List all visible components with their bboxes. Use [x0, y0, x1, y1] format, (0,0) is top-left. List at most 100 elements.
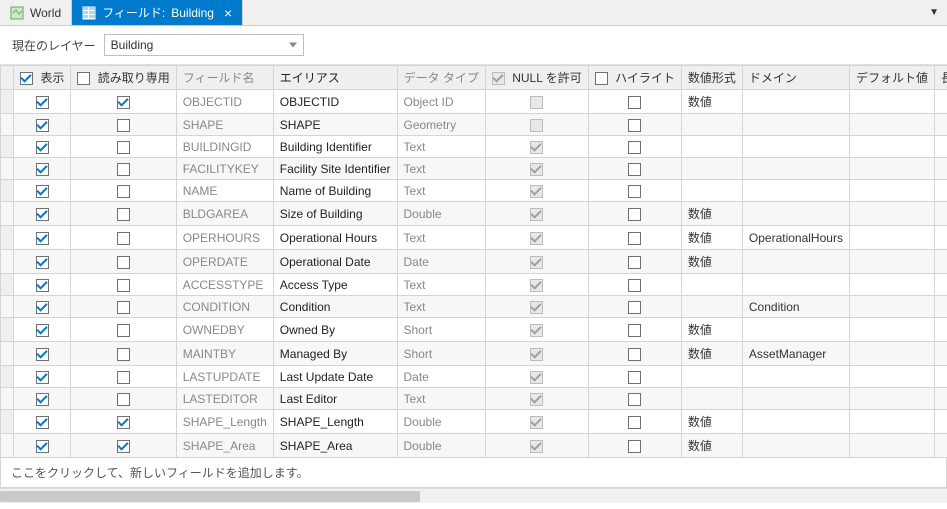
- cell-default[interactable]: [849, 410, 934, 434]
- cell-readonly[interactable]: [71, 158, 176, 180]
- cell-length[interactable]: [934, 114, 947, 136]
- cell-domain[interactable]: AssetManager: [742, 342, 849, 366]
- col-allownull[interactable]: NULL を許可: [485, 66, 588, 90]
- cell-readonly[interactable]: [71, 226, 176, 250]
- cell-readonly[interactable]: [71, 90, 176, 114]
- cell-readonly[interactable]: [71, 202, 176, 226]
- row-header[interactable]: [1, 250, 14, 274]
- cell-numberformat[interactable]: 数値: [681, 202, 742, 226]
- row-header-corner[interactable]: [1, 66, 14, 90]
- row-header[interactable]: [1, 90, 14, 114]
- cell-numberformat[interactable]: 数値: [681, 410, 742, 434]
- cell-domain[interactable]: [742, 274, 849, 296]
- col-visible[interactable]: 表示: [14, 66, 71, 90]
- cell-numberformat[interactable]: [681, 180, 742, 202]
- cell-alias[interactable]: Owned By: [273, 318, 397, 342]
- cell-fieldname[interactable]: SHAPE_Length: [176, 410, 273, 434]
- cell-domain[interactable]: [742, 136, 849, 158]
- cell-visible[interactable]: [14, 250, 71, 274]
- table-row[interactable]: BLDGAREASize of BuildingDouble数値: [1, 202, 947, 226]
- row-header[interactable]: [1, 434, 14, 458]
- cell-domain[interactable]: [742, 434, 849, 458]
- cell-fieldname[interactable]: OBJECTID: [176, 90, 273, 114]
- tab-menu-button[interactable]: ▼: [921, 7, 947, 18]
- cell-visible[interactable]: [14, 180, 71, 202]
- cell-length[interactable]: 50: [934, 226, 947, 250]
- cell-numberformat[interactable]: [681, 136, 742, 158]
- cell-numberformat[interactable]: [681, 366, 742, 388]
- cell-visible[interactable]: [14, 136, 71, 158]
- cell-allownull[interactable]: [485, 388, 588, 410]
- cell-fieldname[interactable]: BUILDINGID: [176, 136, 273, 158]
- cell-alias[interactable]: OBJECTID: [273, 90, 397, 114]
- cell-datatype[interactable]: Short: [397, 318, 485, 342]
- cell-visible[interactable]: [14, 296, 71, 318]
- cell-alias[interactable]: SHAPE_Length: [273, 410, 397, 434]
- tab-fields[interactable]: フィールド: Building ×: [72, 0, 243, 25]
- cell-datatype[interactable]: Text: [397, 226, 485, 250]
- table-row[interactable]: OBJECTIDOBJECTIDObject ID数値: [1, 90, 947, 114]
- cell-datatype[interactable]: Text: [397, 158, 485, 180]
- cell-length[interactable]: [934, 366, 947, 388]
- col-highlight[interactable]: ハイライト: [588, 66, 681, 90]
- row-header[interactable]: [1, 388, 14, 410]
- table-row[interactable]: LASTUPDATELast Update DateDate: [1, 366, 947, 388]
- cell-domain[interactable]: [742, 410, 849, 434]
- row-header[interactable]: [1, 114, 14, 136]
- cell-datatype[interactable]: Geometry: [397, 114, 485, 136]
- cell-allownull[interactable]: [485, 136, 588, 158]
- cell-highlight[interactable]: [588, 274, 681, 296]
- col-readonly[interactable]: 読み取り専用: [71, 66, 176, 90]
- cell-fieldname[interactable]: MAINTBY: [176, 342, 273, 366]
- table-row[interactable]: OPERHOURSOperational HoursText数値Operatio…: [1, 226, 947, 250]
- cell-highlight[interactable]: [588, 388, 681, 410]
- cell-allownull[interactable]: [485, 90, 588, 114]
- row-header[interactable]: [1, 366, 14, 388]
- cell-alias[interactable]: Last Update Date: [273, 366, 397, 388]
- cell-readonly[interactable]: [71, 274, 176, 296]
- cell-alias[interactable]: Building Identifier: [273, 136, 397, 158]
- cell-readonly[interactable]: [71, 366, 176, 388]
- cell-allownull[interactable]: [485, 250, 588, 274]
- cell-domain[interactable]: [742, 114, 849, 136]
- cell-allownull[interactable]: [485, 274, 588, 296]
- cell-length[interactable]: 50: [934, 158, 947, 180]
- cell-domain[interactable]: [742, 202, 849, 226]
- cell-highlight[interactable]: [588, 434, 681, 458]
- table-row[interactable]: SHAPE_LengthSHAPE_LengthDouble数値: [1, 410, 947, 434]
- cell-numberformat[interactable]: 数値: [681, 342, 742, 366]
- row-header[interactable]: [1, 318, 14, 342]
- cell-datatype[interactable]: Short: [397, 342, 485, 366]
- table-row[interactable]: SHAPESHAPEGeometry: [1, 114, 947, 136]
- cell-allownull[interactable]: [485, 318, 588, 342]
- cell-domain[interactable]: OperationalHours: [742, 226, 849, 250]
- cell-allownull[interactable]: [485, 226, 588, 250]
- cell-length[interactable]: 50: [934, 296, 947, 318]
- cell-fieldname[interactable]: LASTUPDATE: [176, 366, 273, 388]
- col-domain[interactable]: ドメイン: [742, 66, 849, 90]
- cell-fieldname[interactable]: NAME: [176, 180, 273, 202]
- row-header[interactable]: [1, 342, 14, 366]
- row-header[interactable]: [1, 296, 14, 318]
- cell-readonly[interactable]: [71, 318, 176, 342]
- cell-visible[interactable]: [14, 434, 71, 458]
- cell-visible[interactable]: [14, 90, 71, 114]
- cell-allownull[interactable]: [485, 296, 588, 318]
- cell-datatype[interactable]: Text: [397, 296, 485, 318]
- cell-default[interactable]: [849, 180, 934, 202]
- cell-alias[interactable]: SHAPE: [273, 114, 397, 136]
- cell-numberformat[interactable]: [681, 388, 742, 410]
- col-numberformat[interactable]: 数値形式: [681, 66, 742, 90]
- cell-numberformat[interactable]: [681, 158, 742, 180]
- cell-allownull[interactable]: [485, 158, 588, 180]
- table-row[interactable]: MAINTBYManaged ByShort数値AssetManager: [1, 342, 947, 366]
- cell-alias[interactable]: Name of Building: [273, 180, 397, 202]
- cell-visible[interactable]: [14, 410, 71, 434]
- cell-alias[interactable]: Condition: [273, 296, 397, 318]
- cell-visible[interactable]: [14, 342, 71, 366]
- cell-readonly[interactable]: [71, 388, 176, 410]
- table-row[interactable]: NAMEName of BuildingText25: [1, 180, 947, 202]
- cell-allownull[interactable]: [485, 410, 588, 434]
- scrollbar-thumb[interactable]: [0, 491, 420, 502]
- table-row[interactable]: OWNEDBYOwned ByShort数値: [1, 318, 947, 342]
